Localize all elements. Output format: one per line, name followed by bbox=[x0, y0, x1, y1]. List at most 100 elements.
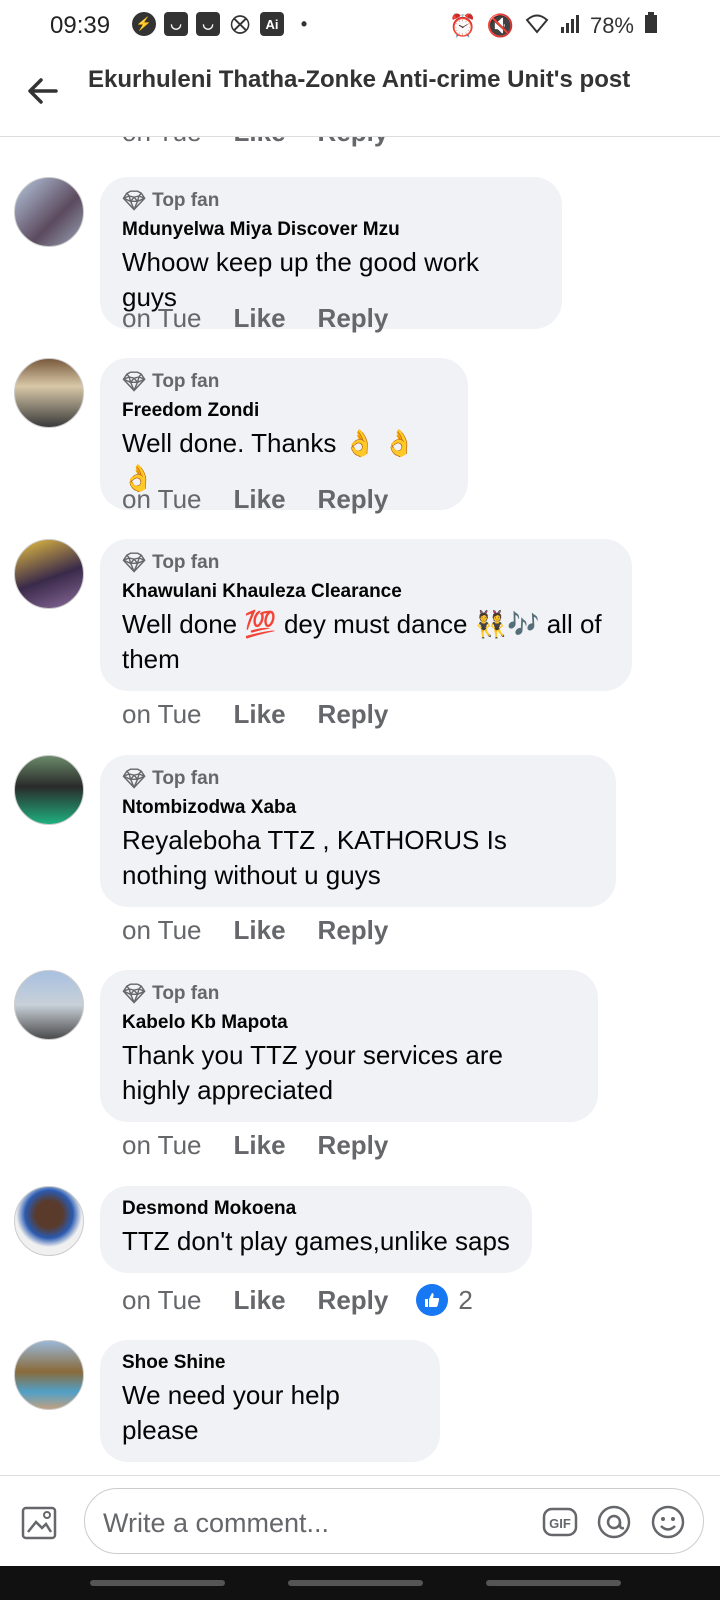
reaction-count[interactable]: 2 bbox=[416, 1284, 473, 1316]
avatar[interactable] bbox=[14, 358, 84, 428]
comment-actions: on Tue Like Reply 2 bbox=[122, 1284, 473, 1316]
post-header: Ekurhuleni Thatha-Zonke Anti-crime Unit'… bbox=[0, 52, 720, 137]
comment-bubble[interactable]: 💎︎ Top fan Kabelo Kb Mapota Thank you TT… bbox=[100, 970, 598, 1122]
mention-button[interactable] bbox=[595, 1503, 633, 1546]
comment-time: on Tue bbox=[122, 699, 202, 729]
comment-actions: on Tue Like Reply bbox=[122, 303, 388, 334]
comment-actions: on Tue Like Reply bbox=[122, 699, 388, 730]
comment-author[interactable]: Desmond Mokoena bbox=[122, 1198, 510, 1220]
comment-list[interactable]: on Tue Like Reply 💎︎ Top fan Mdunyelwa M… bbox=[0, 137, 720, 1475]
top-fan-badge: 💎︎ Top fan bbox=[122, 190, 220, 212]
system-icons: ⏰ 🔇 78% bbox=[449, 12, 658, 40]
gif-label: GIF bbox=[549, 1516, 571, 1531]
avatar[interactable] bbox=[14, 755, 84, 825]
comment-author[interactable]: Khawulani Khauleza Clearance bbox=[122, 581, 610, 603]
battery-level: 78% bbox=[589, 13, 634, 38]
comment-author[interactable]: Shoe Shine bbox=[122, 1352, 418, 1374]
comment-actions: on Tue Like Reply bbox=[122, 484, 388, 515]
diamond-icon: 💎︎ bbox=[122, 191, 147, 212]
alarm-icon: ⏰ bbox=[449, 13, 477, 38]
dot-icon: • bbox=[300, 13, 308, 34]
comment-bubble[interactable]: 💎︎ Top fan Ntombizodwa Xaba Reyaleboha T… bbox=[100, 755, 616, 907]
comment-bubble[interactable]: Desmond Mokoena TTZ don't play games,unl… bbox=[100, 1186, 532, 1273]
composer-icons: GIF bbox=[541, 1503, 687, 1546]
like-button[interactable]: Like bbox=[234, 915, 286, 946]
messenger-icon: ⚡ bbox=[132, 12, 156, 36]
avatar[interactable] bbox=[14, 539, 84, 609]
nav-recent-button[interactable] bbox=[90, 1580, 225, 1586]
thumbs-up-icon bbox=[416, 1284, 449, 1316]
photo-button[interactable] bbox=[20, 1502, 60, 1542]
at-icon bbox=[597, 1505, 631, 1539]
status-bar: 09:39 ⚡ ◡ ◡ ⛒ Ai • ⏰ 🔇 78% bbox=[0, 0, 720, 50]
comment-input[interactable] bbox=[101, 1503, 505, 1543]
comment-bubble[interactable]: 💎︎ Top fan Khawulani Khauleza Clearance … bbox=[100, 539, 632, 691]
reply-button[interactable]: Reply bbox=[318, 303, 389, 334]
battery-icon bbox=[644, 12, 658, 40]
mute-icon: 🔇 bbox=[486, 13, 514, 38]
gif-button[interactable]: GIF bbox=[541, 1503, 579, 1546]
diamond-icon: 💎︎ bbox=[122, 984, 147, 1005]
comment-text: TTZ don't play games,unlike saps bbox=[122, 1226, 510, 1256]
gif-icon: GIF bbox=[542, 1507, 578, 1537]
back-button[interactable] bbox=[26, 74, 60, 108]
comment-time: on Tue bbox=[122, 1130, 202, 1160]
diamond-icon: 💎︎ bbox=[122, 372, 147, 393]
comment-composer: GIF bbox=[0, 1475, 720, 1566]
reply-button[interactable]: Reply bbox=[318, 137, 389, 148]
smiley-icon bbox=[651, 1505, 685, 1539]
comment-time: on Tue bbox=[122, 484, 202, 514]
reply-button[interactable]: Reply bbox=[318, 484, 389, 515]
like-button[interactable]: Like bbox=[234, 137, 286, 148]
comment-time: on Tue bbox=[122, 303, 202, 333]
like-button[interactable]: Like bbox=[234, 484, 286, 515]
comment-author[interactable]: Mdunyelwa Miya Discover Mzu bbox=[122, 219, 540, 241]
top-fan-badge: 💎︎ Top fan bbox=[122, 552, 220, 574]
like-button[interactable]: Like bbox=[234, 699, 286, 730]
like-button[interactable]: Like bbox=[234, 1130, 286, 1161]
comment-author[interactable]: Kabelo Kb Mapota bbox=[122, 1012, 576, 1034]
reply-button[interactable]: Reply bbox=[318, 1130, 389, 1161]
comment-author[interactable]: Ntombizodwa Xaba bbox=[122, 797, 594, 819]
comment-text: Reyaleboha TTZ , KATHORUS Is nothing wit… bbox=[122, 825, 507, 890]
top-fan-badge: 💎︎ Top fan bbox=[122, 768, 220, 790]
diamond-icon: 💎︎ bbox=[122, 769, 147, 790]
signal-icon bbox=[560, 13, 580, 39]
comment-actions: on Tue Like Reply bbox=[122, 915, 388, 946]
nav-back-button[interactable] bbox=[486, 1580, 621, 1586]
comment-bubble[interactable]: Shoe Shine We need your help please bbox=[100, 1340, 440, 1462]
avatar[interactable] bbox=[14, 1340, 84, 1410]
emoji-button[interactable] bbox=[649, 1503, 687, 1546]
reply-button[interactable]: Reply bbox=[318, 915, 389, 946]
comment-text: Well done 💯 dey must dance 👯🎶 all of the… bbox=[122, 609, 602, 674]
ai-icon: Ai bbox=[260, 12, 284, 36]
nav-home-button[interactable] bbox=[288, 1580, 423, 1586]
avatar[interactable] bbox=[14, 177, 84, 247]
like-button[interactable]: Like bbox=[234, 1285, 286, 1316]
reply-button[interactable]: Reply bbox=[318, 699, 389, 730]
arrow-left-icon bbox=[28, 78, 58, 104]
comment-text: Thank you TTZ your services are highly a… bbox=[122, 1040, 503, 1105]
like-button[interactable]: Like bbox=[234, 303, 286, 334]
comment-actions: on Tue Like Reply bbox=[122, 1130, 388, 1161]
comment-time: on Tue bbox=[122, 1284, 202, 1315]
comment-time: on Tue bbox=[122, 137, 202, 148]
shopping-bag-icon: ◡ bbox=[164, 12, 188, 36]
top-fan-badge: 💎︎ Top fan bbox=[122, 371, 220, 393]
page-title: Ekurhuleni Thatha-Zonke Anti-crime Unit'… bbox=[88, 66, 631, 93]
comment-input-wrapper[interactable]: GIF bbox=[84, 1488, 704, 1554]
comment-text: We need your help please bbox=[122, 1380, 340, 1445]
comment-time: on Tue bbox=[122, 915, 202, 945]
top-fan-badge: 💎︎ Top fan bbox=[122, 983, 220, 1005]
no-image-icon: ⛒ bbox=[230, 13, 250, 34]
avatar[interactable] bbox=[14, 970, 84, 1040]
reply-button[interactable]: Reply bbox=[318, 1285, 389, 1316]
notification-icons: ⚡ ◡ ◡ ⛒ Ai • bbox=[132, 12, 316, 36]
wifi-icon bbox=[524, 12, 550, 40]
comment-author[interactable]: Freedom Zondi bbox=[122, 400, 446, 422]
photo-icon bbox=[21, 1506, 57, 1540]
system-nav-bar bbox=[0, 1566, 720, 1600]
comment-actions: on Tue Like Reply bbox=[122, 137, 388, 148]
avatar[interactable] bbox=[14, 1186, 84, 1256]
status-time: 09:39 bbox=[50, 12, 111, 39]
